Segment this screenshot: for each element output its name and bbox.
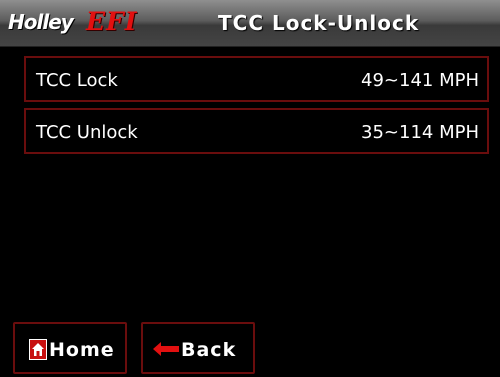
home-button-label: Home (49, 339, 115, 361)
home-icon (29, 339, 47, 360)
tcc-unlock-label: TCC Unlock (36, 122, 138, 143)
tcc-unlock-row[interactable]: TCC Unlock 35~114 MPH (24, 108, 489, 154)
home-button[interactable]: Home (13, 322, 127, 374)
page-title: TCC Lock-Unlock (218, 11, 420, 35)
back-button[interactable]: Back (141, 322, 255, 374)
tcc-lock-value: 49~141 MPH (361, 70, 479, 91)
back-arrow-icon (153, 342, 179, 361)
tcc-lock-label: TCC Lock (36, 70, 118, 91)
back-button-label: Back (181, 339, 237, 361)
efi-logo: EFI (86, 7, 138, 36)
header-bar: Holley EFI TCC Lock-Unlock (0, 0, 500, 47)
holley-logo: Holley (8, 10, 74, 34)
tcc-lock-row[interactable]: TCC Lock 49~141 MPH (24, 56, 489, 102)
tcc-unlock-value: 35~114 MPH (361, 122, 479, 143)
